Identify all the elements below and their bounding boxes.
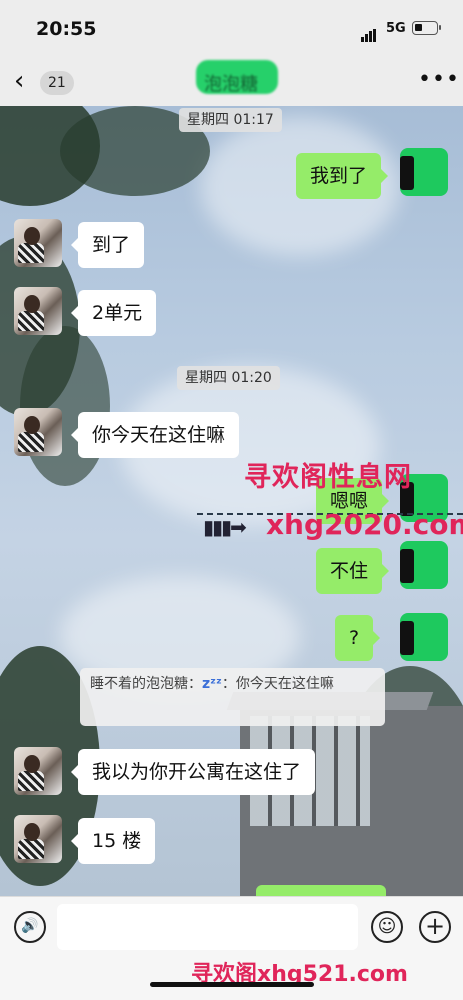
contact-avatar[interactable] (14, 408, 62, 456)
emoji-icon[interactable]: ☺ (371, 911, 403, 943)
contact-avatar[interactable] (14, 287, 62, 335)
watermark-text: 寻欢阁性息网 (244, 462, 412, 493)
message-bubble-incoming[interactable]: 你今天在这住嘛 (70, 412, 240, 458)
plus-icon[interactable]: + (419, 911, 451, 943)
my-avatar[interactable] (400, 613, 448, 661)
quoted-message[interactable]: 睡不着的泡泡糖：zᶻᶻ：你今天在这住嘛 (80, 668, 385, 726)
message-bubble-incoming[interactable]: 到了 (70, 222, 145, 268)
sleep-zz-icon: zᶻᶻ (202, 676, 222, 692)
building-image (226, 692, 463, 896)
unread-count-badge[interactable]: 21 (40, 71, 74, 95)
status-bar: 20:55 5G (0, 0, 463, 58)
my-avatar[interactable] (400, 148, 448, 196)
message-bubble-outgoing[interactable]: 我到了 (296, 153, 389, 199)
timestamp: 星期四 01:17 (179, 108, 282, 132)
message-bubble-outgoing[interactable]: ? (335, 615, 381, 661)
watermark-url: xhg2020.com (266, 508, 463, 541)
contact-avatar[interactable] (14, 815, 62, 863)
message-bubble-outgoing[interactable]: 不住 (316, 548, 390, 594)
message-bubble-incoming[interactable]: 我以为你开公寓在这住了 (70, 749, 316, 795)
quote-text: ：你今天在这住嘛 (221, 676, 334, 692)
message-input[interactable] (57, 904, 358, 950)
chat-title: 泡泡糖 (204, 74, 258, 95)
message-bubble-incoming[interactable]: 2单元 (70, 290, 157, 336)
battery-icon (412, 21, 441, 35)
voice-input-icon[interactable]: 🔊 (14, 911, 46, 943)
chat-title-redacted: 泡泡糖 (196, 60, 278, 95)
network-label: 5G (386, 21, 406, 36)
quote-sender: 睡不着的泡泡糖： (90, 676, 202, 692)
signal-icon (361, 23, 377, 42)
home-indicator[interactable] (150, 982, 314, 987)
more-options-icon[interactable]: ••• (418, 69, 460, 91)
arrow-icon: ▮▮▮➡ (203, 515, 247, 539)
contact-avatar[interactable] (14, 219, 62, 267)
message-bubble-incoming[interactable]: 15 楼 (70, 818, 156, 864)
my-avatar[interactable] (400, 541, 448, 589)
chat-header: ‹ 21 泡泡糖 ••• (0, 58, 463, 106)
contact-avatar[interactable] (14, 747, 62, 795)
status-time: 20:55 (36, 18, 97, 40)
back-chevron-icon[interactable]: ‹ (14, 68, 38, 96)
timestamp: 星期四 01:20 (177, 366, 280, 390)
